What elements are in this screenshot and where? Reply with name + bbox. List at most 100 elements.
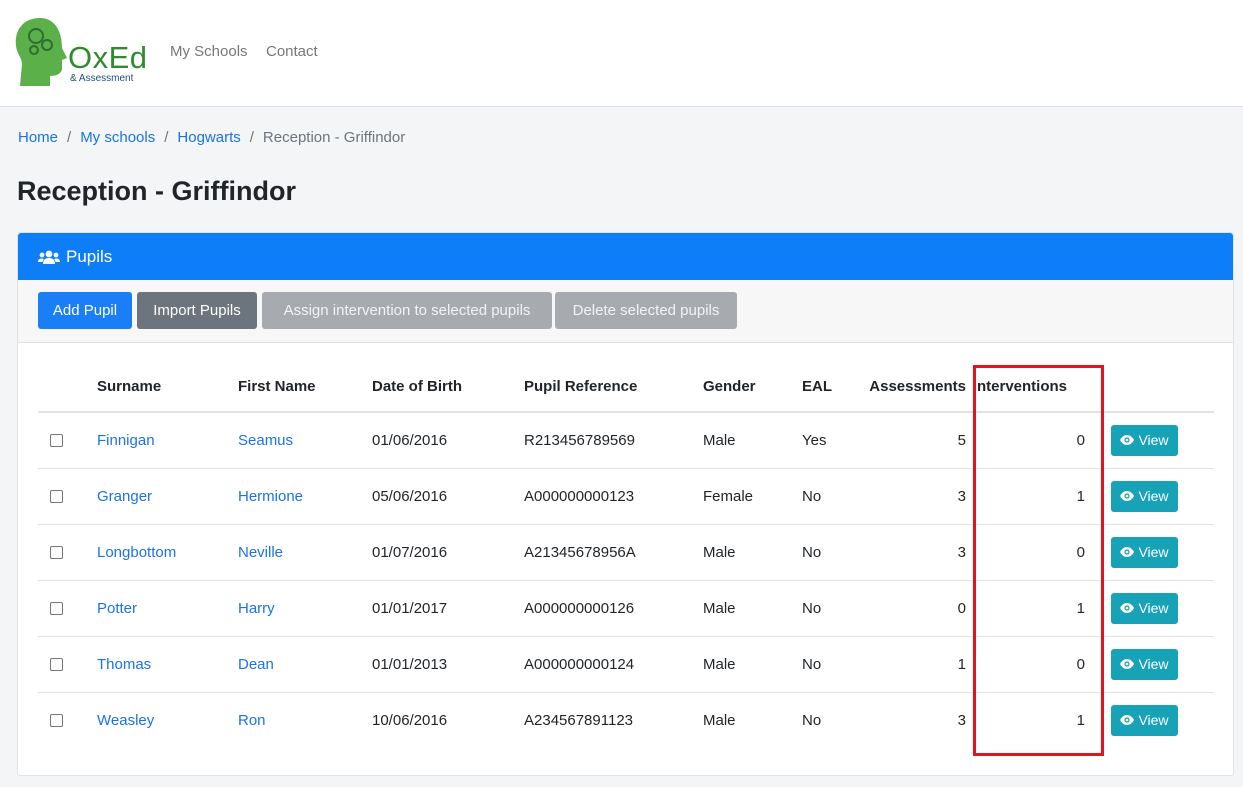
gender-cell: Male xyxy=(703,691,802,748)
view-button[interactable]: View xyxy=(1111,480,1178,512)
view-button[interactable]: View xyxy=(1111,592,1178,624)
actions-cell: View xyxy=(1105,467,1214,524)
row-select-cell xyxy=(38,691,97,748)
first-name-link[interactable]: Neville xyxy=(238,544,283,561)
pupil-reference-cell: A000000000126 xyxy=(524,579,703,636)
pupil-reference-cell: R213456789569 xyxy=(524,431,635,449)
surname-link[interactable]: Longbottom xyxy=(97,544,176,561)
assign-intervention-button[interactable]: Assign intervention to selected pupils xyxy=(262,292,552,329)
head-gears-icon xyxy=(15,18,67,86)
surname-link[interactable]: Granger xyxy=(97,488,152,505)
row-checkbox[interactable] xyxy=(50,601,63,615)
surname-link[interactable]: Finnigan xyxy=(97,432,155,449)
breadcrumb: Home / My schools / Hogwarts / Reception… xyxy=(18,129,405,146)
surname-link[interactable]: Weasley xyxy=(97,712,154,729)
row-checkbox[interactable] xyxy=(50,545,63,559)
breadcrumb-separator: / xyxy=(164,129,169,146)
pupil-reference-cell: A000000000123 xyxy=(524,467,703,524)
toolbar: Add Pupil Import Pupils Assign intervent… xyxy=(18,280,1233,343)
surname-link[interactable]: Thomas xyxy=(97,656,151,673)
table-row: Thomas Dean 01/01/2013 A000000000124 Mal… xyxy=(38,635,1214,692)
view-button[interactable]: View xyxy=(1111,424,1178,456)
actions-cell: View xyxy=(1105,412,1214,468)
column-header-first-name[interactable]: First Name xyxy=(238,362,372,413)
actions-cell: View xyxy=(1105,691,1214,748)
interventions-cell: 1 xyxy=(966,467,1105,524)
view-button-label: View xyxy=(1138,712,1169,729)
interventions-cell: 0 xyxy=(966,523,1105,580)
interventions-cell: 1 xyxy=(966,691,1105,748)
row-select-cell xyxy=(38,523,97,580)
eal-cell: No xyxy=(802,691,860,748)
column-header-pupil-reference[interactable]: Pupil Reference xyxy=(524,362,703,413)
breadcrumb-my-schools[interactable]: My schools xyxy=(80,129,155,146)
view-button-label: View xyxy=(1138,544,1169,560)
view-button[interactable]: View xyxy=(1111,536,1178,568)
table-row: Granger Hermione 05/06/2016 A00000000012… xyxy=(38,467,1214,524)
column-header-assessments[interactable]: Assessments xyxy=(860,362,966,413)
actions-cell: View xyxy=(1105,635,1214,692)
interventions-cell: 0 xyxy=(1076,431,1085,449)
first-name-cell: Dean xyxy=(238,635,372,692)
dob-cell: 01/07/2016 xyxy=(372,523,524,580)
first-name-link[interactable]: Harry xyxy=(238,600,275,617)
surname-link[interactable]: Potter xyxy=(97,600,137,617)
table-row: Potter Harry 01/01/2017 A000000000126 Ma… xyxy=(38,579,1214,636)
column-header-surname[interactable]: Surname xyxy=(97,362,238,413)
eye-icon xyxy=(1120,547,1135,557)
first-name-link[interactable]: Dean xyxy=(238,656,274,673)
surname-cell: Longbottom xyxy=(97,523,238,580)
row-select-cell xyxy=(38,467,97,524)
first-name-cell: Seamus xyxy=(238,412,372,468)
column-header-interventions[interactable]: Interventions xyxy=(966,362,1105,413)
table-row: Finnigan Seamus 01/06/2016 R213456789569… xyxy=(38,412,1214,468)
row-checkbox[interactable] xyxy=(50,657,63,671)
table-row: Weasley Ron 10/06/2016 A234567891123 Mal… xyxy=(38,691,1214,748)
oxed-logo[interactable]: OxEd & Assessment xyxy=(10,14,150,88)
column-header-dob[interactable]: Date of Birth xyxy=(372,362,524,413)
column-header-gender[interactable]: Gender xyxy=(703,362,802,413)
first-name-link[interactable]: Ron xyxy=(238,712,266,729)
eye-icon xyxy=(1120,715,1135,726)
row-checkbox[interactable] xyxy=(50,489,63,503)
nav-my-schools[interactable]: My Schools xyxy=(170,43,248,60)
breadcrumb-current: Reception - Griffindor xyxy=(262,129,406,146)
first-name-cell: Harry xyxy=(238,579,372,636)
surname-cell: Finnigan xyxy=(97,412,238,468)
nav-contact[interactable]: Contact xyxy=(266,43,318,60)
eal-cell: No xyxy=(802,523,860,580)
assessments-cell: 3 xyxy=(860,523,966,580)
first-name-link[interactable]: Hermione xyxy=(238,488,303,505)
row-checkbox[interactable] xyxy=(50,433,63,447)
assessments-cell: 0 xyxy=(860,579,966,636)
dob-cell: 01/06/2016 xyxy=(372,431,448,449)
gender-cell: Male xyxy=(703,523,802,580)
first-name-cell: Neville xyxy=(238,523,372,580)
assessments-cell: 5 xyxy=(957,431,966,449)
row-checkbox[interactable] xyxy=(50,713,63,727)
view-button[interactable]: View xyxy=(1111,648,1178,680)
breadcrumb-separator: / xyxy=(249,129,254,146)
first-name-link[interactable]: Seamus xyxy=(238,432,293,449)
view-button[interactable]: View xyxy=(1111,704,1178,736)
eye-icon xyxy=(1120,435,1135,446)
import-pupils-button[interactable]: Import Pupils xyxy=(137,292,257,329)
column-header-eal[interactable]: EAL xyxy=(802,362,860,413)
dob-cell: 10/06/2016 xyxy=(372,691,524,748)
surname-cell: Thomas xyxy=(97,635,238,692)
dob-cell: 05/06/2016 xyxy=(372,467,524,524)
gender-cell: Male xyxy=(703,431,736,449)
users-icon xyxy=(38,250,60,264)
view-button-label: View xyxy=(1138,432,1169,449)
breadcrumb-home[interactable]: Home xyxy=(18,129,58,146)
eye-icon xyxy=(1120,603,1135,613)
breadcrumb-hogwarts[interactable]: Hogwarts xyxy=(177,129,240,146)
table-row: Longbottom Neville 01/07/2016 A213456789… xyxy=(38,523,1214,580)
add-pupil-button[interactable]: Add Pupil xyxy=(38,292,132,329)
table-header-row: Surname First Name Date of Birth Pupil R… xyxy=(38,362,1214,413)
delete-selected-button[interactable]: Delete selected pupils xyxy=(555,292,737,329)
eal-cell: No xyxy=(802,467,860,524)
pupil-reference-cell: A234567891123 xyxy=(524,691,703,748)
eal-cell: No xyxy=(802,579,860,636)
brand-name: OxEd xyxy=(68,40,148,75)
